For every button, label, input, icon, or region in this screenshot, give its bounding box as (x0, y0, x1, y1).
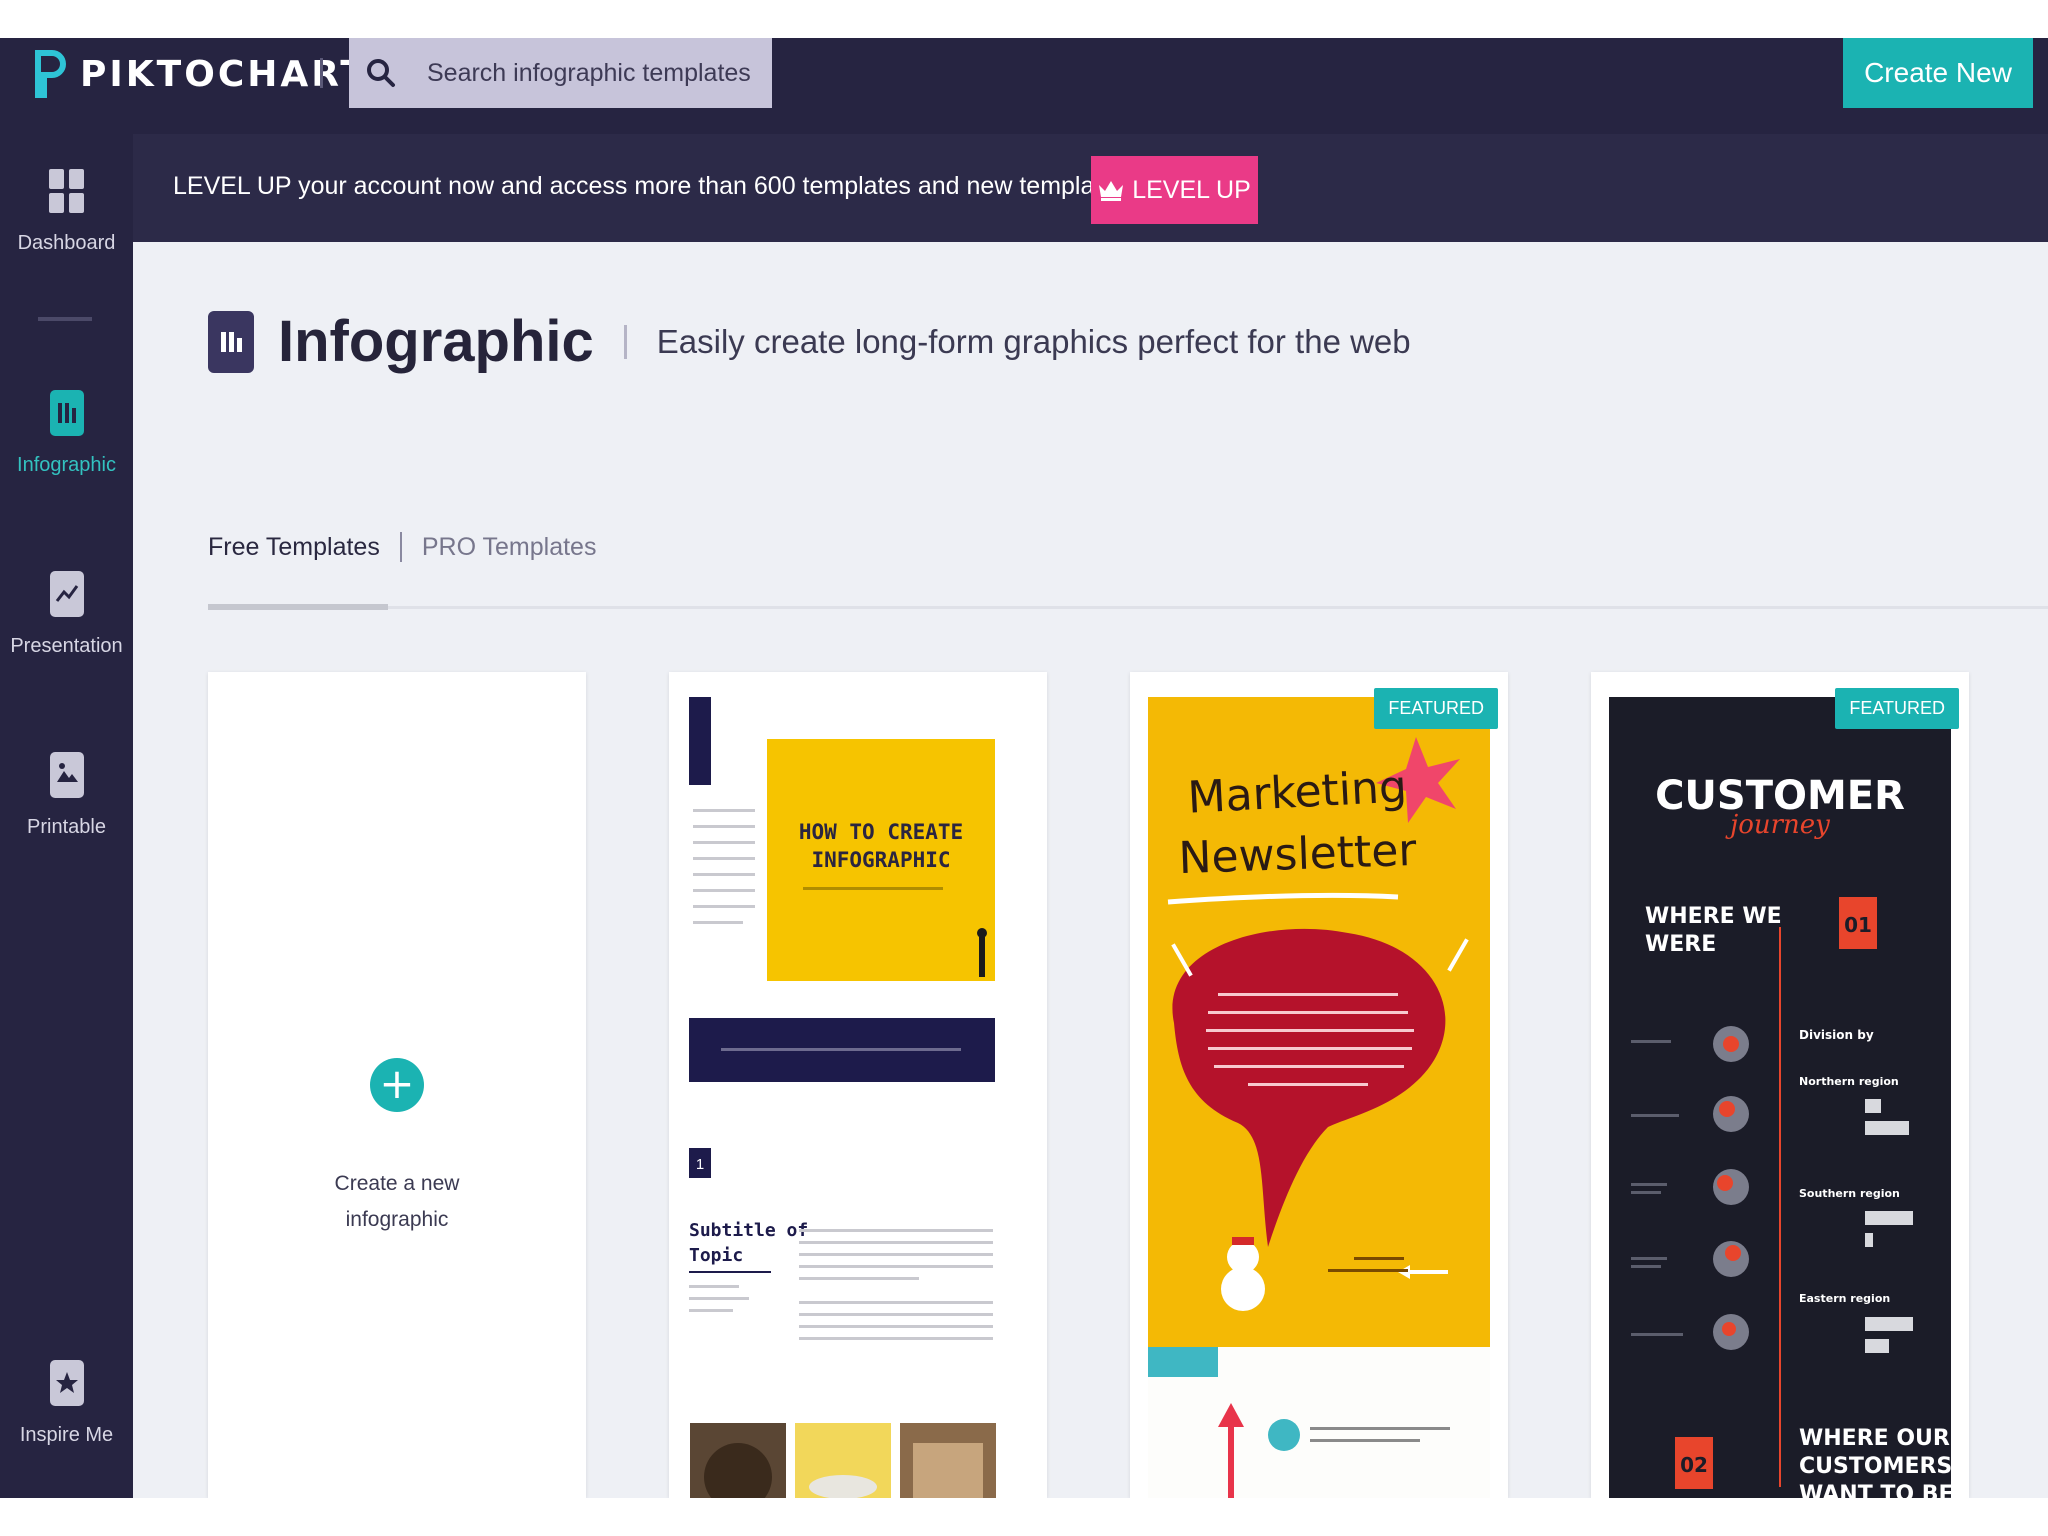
svg-text:Southern region: Southern region (1799, 1187, 1900, 1200)
search-input[interactable] (427, 58, 757, 88)
svg-text:Northern region: Northern region (1799, 1075, 1899, 1088)
svg-text:WHERE WE: WHERE WE (1645, 904, 1782, 929)
upgrade-banner: LEVEL UP your account now and access mor… (133, 134, 2048, 242)
sidebar-item-label: Inspire Me (19, 1424, 114, 1446)
dashboard-grid-icon (48, 168, 86, 214)
svg-text:Eastern region: Eastern region (1799, 1292, 1890, 1305)
search-box[interactable] (349, 38, 772, 108)
template-thumbnail: HOW TO CREATE INFOGRAPHIC 1 Subtitle of … (687, 697, 1029, 1498)
search-icon (367, 59, 395, 87)
sidebar-item-label: Presentation (10, 635, 123, 657)
featured-badge: FEATURED (1835, 688, 1959, 729)
svg-text:01: 01 (1844, 913, 1872, 937)
svg-text:Division by: Division by (1799, 1028, 1874, 1042)
sidebar-item-label: Dashboard (17, 232, 116, 254)
sidebar-divider (38, 317, 92, 321)
app-window: PIKTOCHART Create New Dashboard (0, 0, 2048, 1536)
presentation-chart-icon (48, 571, 86, 617)
crown-icon (1099, 181, 1124, 201)
svg-text:WHERE OUR: WHERE OUR (1799, 1426, 1950, 1451)
logo[interactable]: PIKTOCHART (32, 46, 368, 102)
tab-active-indicator (208, 604, 388, 610)
svg-text:Newsletter: Newsletter (1178, 825, 1418, 884)
sidebar-item-infographic[interactable]: Infographic (0, 390, 133, 477)
svg-text:02: 02 (1680, 1453, 1708, 1477)
sidebar-item-inspire-me[interactable]: Inspire Me (0, 1360, 133, 1447)
tab-divider (399, 532, 402, 562)
create-new-button[interactable]: Create New (1843, 38, 2033, 108)
create-new-infographic-card[interactable]: + Create a new infographic (208, 672, 586, 1498)
tab-pro-templates[interactable]: PRO Templates (422, 533, 597, 562)
piktochart-logo-icon (35, 50, 66, 98)
infographic-icon (208, 310, 254, 373)
top-bar: PIKTOCHART Create New (0, 38, 2048, 134)
svg-text:Topic: Topic (689, 1245, 743, 1266)
template-thumbnail: Marketing Newsletter (1148, 697, 1490, 1498)
svg-text:HOW TO CREATE: HOW TO CREATE (799, 820, 963, 844)
tab-free-templates[interactable]: Free Templates (208, 533, 380, 562)
bottom-margin (0, 1498, 2048, 1536)
printable-image-icon (48, 752, 86, 798)
title-divider (623, 324, 627, 359)
logo-text: PIKTOCHART (80, 53, 368, 95)
template-thumbnail: CUSTOMER journey WHERE WE WERE 01 Divisi… (1609, 697, 1951, 1498)
svg-text:journey: journey (1725, 810, 1830, 840)
sidebar-item-printable[interactable]: Printable (0, 752, 133, 839)
template-card-customer-journey[interactable]: CUSTOMER journey WHERE WE WERE 01 Divisi… (1591, 672, 1969, 1498)
sidebar: Dashboard Infographic Presentation Print… (0, 134, 133, 1498)
svg-text:1: 1 (696, 1156, 704, 1173)
level-up-button[interactable]: LEVEL UP (1091, 156, 1258, 224)
svg-text:Subtitle of: Subtitle of (689, 1220, 808, 1241)
sidebar-item-label: Infographic (17, 454, 116, 476)
template-card-marketing-newsletter[interactable]: Marketing Newsletter FEATURED (1130, 672, 1508, 1498)
page-header: Infographic Easily create long-form grap… (208, 308, 1411, 375)
logo-divider (320, 58, 323, 88)
page-title: Infographic (278, 309, 594, 374)
svg-text:CUSTOMERS: CUSTOMERS (1799, 1454, 1951, 1479)
svg-text:WERE: WERE (1645, 932, 1716, 957)
featured-badge: FEATURED (1374, 688, 1498, 729)
main-content: Infographic Easily create long-form grap… (133, 242, 2048, 1498)
sidebar-item-dashboard[interactable]: Dashboard (0, 168, 133, 255)
star-icon (48, 1360, 86, 1406)
level-up-label: LEVEL UP (1132, 175, 1251, 204)
create-card-label: Create a new infographic (334, 1172, 460, 1231)
sidebar-item-presentation[interactable]: Presentation (0, 571, 133, 658)
svg-text:WANT TO BE: WANT TO BE (1799, 1482, 1951, 1498)
tab-track (208, 606, 2048, 609)
template-tabs: Free Templates PRO Templates (208, 532, 596, 562)
template-card-how-to-create[interactable]: HOW TO CREATE INFOGRAPHIC 1 Subtitle of … (669, 672, 1047, 1498)
add-icon[interactable]: + (370, 1058, 424, 1112)
sidebar-item-label: Printable (27, 816, 106, 838)
svg-text:INFOGRAPHIC: INFOGRAPHIC (811, 848, 950, 872)
infographic-icon (48, 390, 86, 436)
page-subtitle: Easily create long-form graphics perfect… (656, 322, 1411, 360)
